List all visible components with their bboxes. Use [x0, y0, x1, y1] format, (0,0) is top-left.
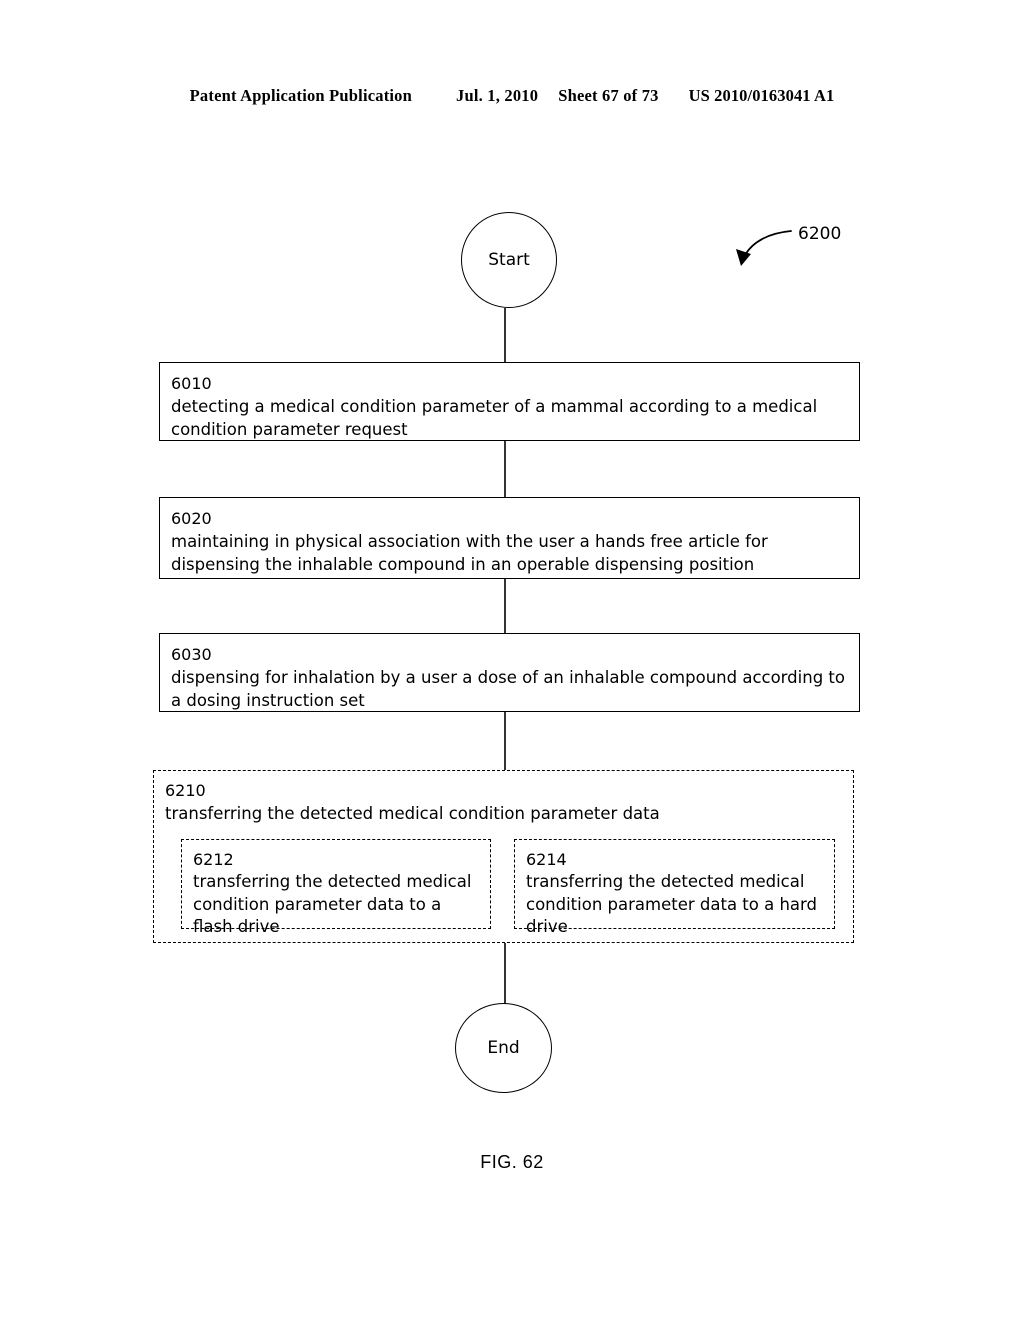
optional-sub-box-6212-ref: 6212	[193, 850, 234, 869]
start-node-label: Start	[488, 250, 530, 270]
start-node: Start	[461, 212, 557, 308]
process-box-6030: 6030 dispensing for inhalation by a user…	[159, 633, 860, 712]
process-box-6030-text: dispensing for inhalation by a user a do…	[171, 668, 845, 710]
optional-sub-box-6214: 6214 transferring the detected medical c…	[514, 839, 835, 936]
process-box-6010-text: detecting a medical condition parameter …	[171, 397, 818, 439]
reference-numeral-6200: 6200	[798, 224, 842, 244]
process-box-6010: 6010 detecting a medical condition param…	[159, 362, 860, 441]
flowchart-diagram: 6200 Start 6010 detecting a medical cond…	[0, 0, 1024, 1320]
process-box-6030-ref: 6030	[171, 645, 212, 664]
process-box-6020: 6020 maintaining in physical association…	[159, 497, 860, 579]
optional-process-box-6210-ref: 6210	[165, 781, 206, 800]
end-node-label: End	[487, 1038, 520, 1058]
process-box-6010-ref: 6010	[171, 374, 212, 393]
optional-sub-box-6212-text: transferring the detected medical condit…	[193, 872, 472, 936]
process-box-6020-ref: 6020	[171, 509, 212, 528]
process-box-6020-text: maintaining in physical association with…	[171, 532, 768, 574]
optional-sub-box-6214-ref: 6214	[526, 850, 567, 869]
optional-sub-box-6212: 6212 transferring the detected medical c…	[181, 839, 491, 936]
end-node: End	[455, 1003, 552, 1093]
optional-sub-box-6214-text: transferring the detected medical condit…	[526, 872, 817, 936]
optional-process-box-6210: 6210 transferring the detected medical c…	[153, 770, 854, 943]
optional-process-box-6210-text: transferring the detected medical condit…	[165, 804, 660, 823]
reference-leader-arrow-icon	[736, 230, 792, 266]
figure-caption: FIG. 62	[480, 1152, 544, 1172]
